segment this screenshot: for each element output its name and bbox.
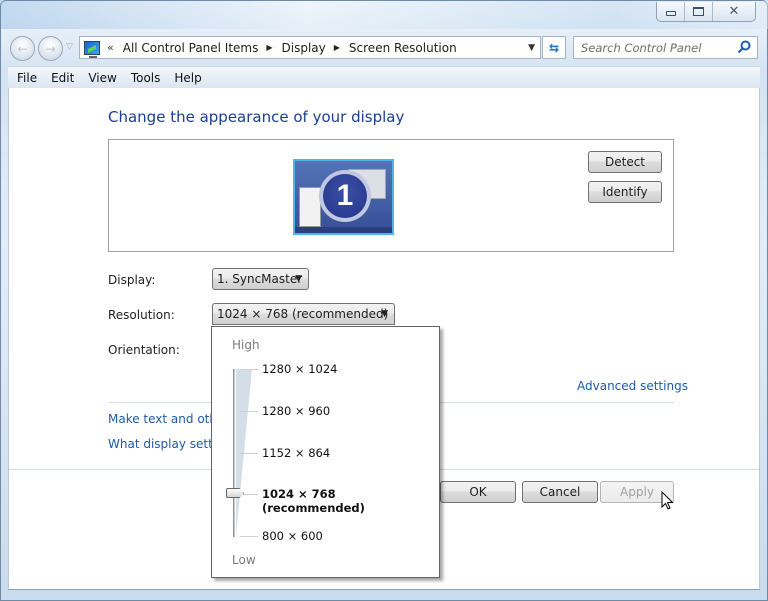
refresh-button[interactable]: ⇆ (542, 36, 566, 59)
slider-tick (240, 536, 258, 537)
minimize-icon (665, 11, 676, 16)
back-button[interactable]: ← (10, 36, 35, 61)
minimize-button[interactable] (657, 2, 685, 21)
resolution-option[interactable]: 1280 × 1024 (262, 362, 337, 376)
recent-pages-dropdown[interactable]: ▽ (66, 42, 73, 52)
maximize-button[interactable] (685, 2, 713, 21)
caption-buttons: ✕ (656, 2, 756, 22)
window-frame: ✕ ← → ▽ « All Control Panel Items ▶ Disp… (0, 0, 768, 601)
breadcrumb-separator-icon[interactable]: ▶ (334, 43, 340, 52)
menu-tools[interactable]: Tools (124, 71, 168, 85)
menu-view[interactable]: View (81, 71, 123, 85)
menu-edit[interactable]: Edit (44, 71, 81, 85)
chevron-down-icon: ▼ (381, 309, 388, 319)
breadcrumb-display[interactable]: Display (282, 41, 326, 55)
resolution-dropdown-popup: High 1280 × 1024 1280 × 960 1152 × 864 1… (211, 326, 440, 578)
control-panel-icon (84, 40, 100, 58)
ok-button[interactable]: OK (440, 481, 516, 503)
chevron-down-icon: ▼ (295, 274, 302, 284)
monitor-taskbar-graphic (295, 227, 392, 233)
resolution-option[interactable]: 1280 × 960 (262, 404, 330, 418)
slider-tick (240, 369, 258, 370)
resolution-option-selected[interactable]: 1024 × 768 (recommended) (262, 487, 439, 515)
resolution-select[interactable]: 1024 × 768 (recommended) ▼ (212, 303, 395, 325)
menu-help[interactable]: Help (167, 71, 208, 85)
slider-tick (240, 411, 258, 412)
title-bar[interactable] (1, 1, 768, 29)
menu-file[interactable]: File (8, 71, 44, 85)
breadcrumb-separator-icon[interactable]: ▶ (266, 43, 272, 52)
display-select-value: 1. SyncMaster (217, 272, 303, 286)
slider-tick (240, 453, 258, 454)
search-input[interactable] (581, 40, 736, 55)
forward-button[interactable]: → (38, 36, 63, 61)
menu-bar: File Edit View Tools Help (8, 66, 760, 88)
forward-arrow-icon: → (45, 41, 56, 56)
maximize-icon (693, 7, 704, 16)
low-label: Low (232, 553, 256, 567)
search-icon[interactable] (737, 40, 751, 54)
resolution-slider-thumb[interactable] (226, 488, 244, 498)
display-select[interactable]: 1. SyncMaster ▼ (212, 268, 309, 290)
resolution-select-value: 1024 × 768 (recommended) (217, 307, 389, 321)
cancel-button[interactable]: Cancel (522, 481, 598, 503)
close-icon: ✕ (728, 4, 740, 19)
resolution-option[interactable]: 1152 × 864 (262, 446, 330, 460)
back-arrow-icon: ← (17, 41, 28, 56)
detect-button[interactable]: Detect (588, 151, 662, 173)
resolution-slider-track[interactable] (233, 369, 235, 537)
search-box (573, 36, 758, 59)
high-label: High (232, 338, 260, 352)
advanced-settings-link[interactable]: Advanced settings (577, 379, 688, 393)
monitor-1-thumbnail[interactable]: 1 (293, 159, 394, 235)
monitor-arrangement-panel: 1 Detect Identify (108, 139, 674, 252)
resolution-label: Resolution: (108, 308, 175, 322)
resolution-option[interactable]: 800 × 600 (262, 529, 323, 543)
breadcrumb-all-control-panel-items[interactable]: All Control Panel Items (123, 41, 259, 55)
identify-button[interactable]: Identify (588, 181, 662, 203)
monitor-number-badge: 1 (319, 170, 371, 222)
page-title: Change the appearance of your display (108, 108, 405, 126)
monitor-window-graphic (299, 187, 321, 227)
breadcrumb-overflow[interactable]: « (107, 41, 114, 54)
orientation-label: Orientation: (108, 343, 180, 357)
display-label: Display: (108, 273, 156, 287)
address-bar[interactable]: « All Control Panel Items ▶ Display ▶ Sc… (79, 36, 541, 59)
address-dropdown-icon[interactable]: ▼ (528, 43, 535, 53)
breadcrumb-screen-resolution[interactable]: Screen Resolution (349, 41, 457, 55)
close-button[interactable]: ✕ (713, 2, 755, 21)
refresh-icon: ⇆ (548, 40, 560, 55)
mouse-cursor-icon (661, 491, 674, 510)
